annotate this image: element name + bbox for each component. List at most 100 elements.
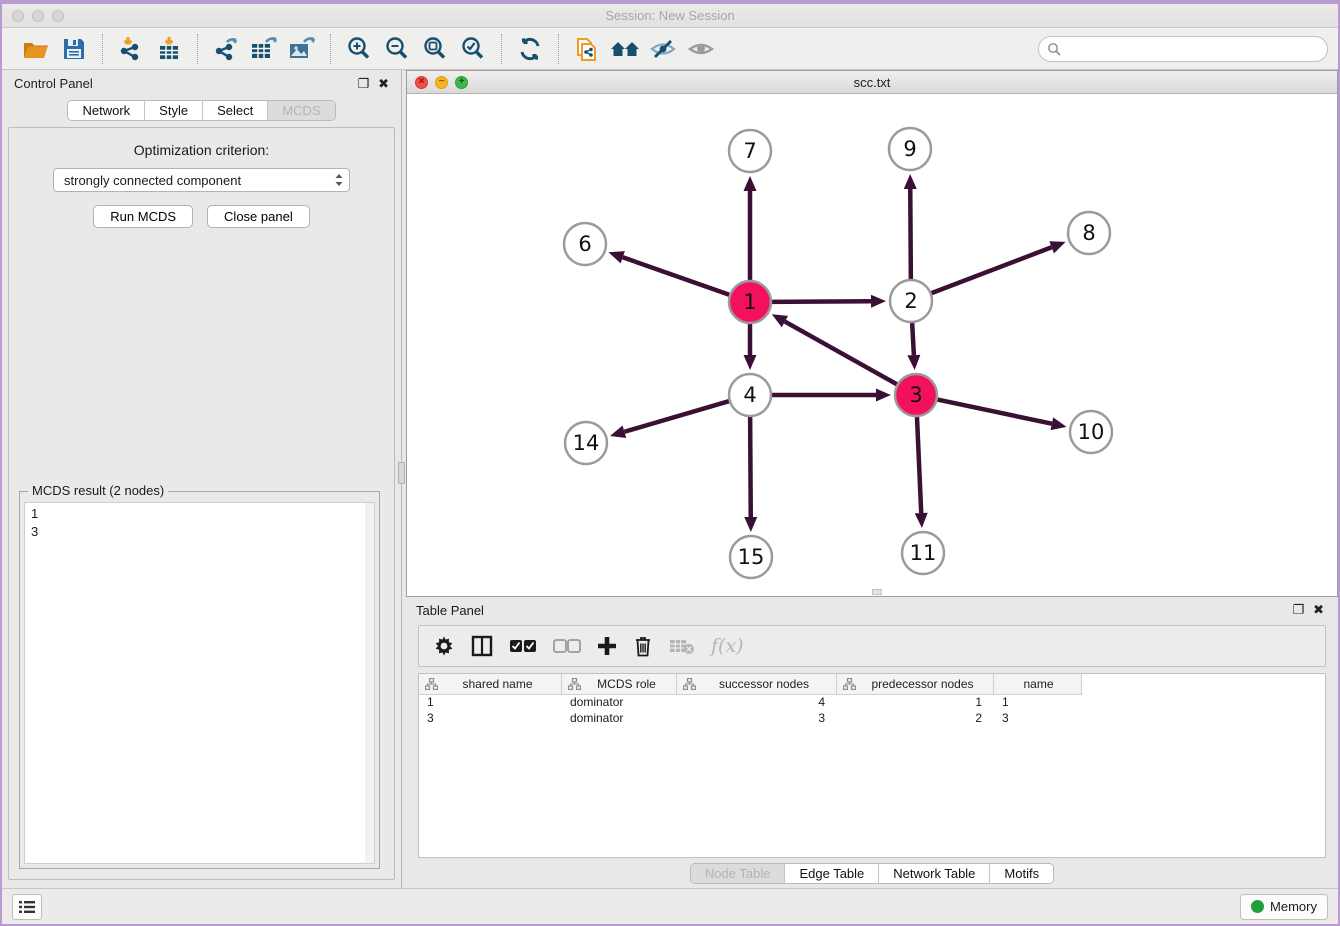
edge-2-9[interactable] <box>910 189 911 279</box>
save-floppy-icon <box>62 37 86 61</box>
cell-predecessor-nodes[interactable]: 1 <box>837 695 994 711</box>
home-neighbors-icon <box>609 37 641 61</box>
edge-4-15[interactable] <box>750 417 751 517</box>
edge-4-14[interactable] <box>624 401 728 432</box>
column-header-predecessor-nodes[interactable]: predecessor nodes <box>837 674 994 694</box>
zoom-in-button[interactable] <box>343 34 375 64</box>
mcds-result-line: 3 <box>31 523 368 541</box>
memory-button[interactable]: Memory <box>1240 894 1328 920</box>
cell-MCDS-role[interactable]: dominator <box>562 711 677 727</box>
import-network-icon <box>118 36 144 62</box>
column-header-MCDS-role[interactable]: MCDS role <box>562 674 677 694</box>
network-window-titlebar: × − + scc.txt <box>407 71 1337 94</box>
tab-mcds[interactable]: MCDS <box>268 101 334 120</box>
edge-arrowhead <box>876 389 891 402</box>
tab-network[interactable]: Network <box>68 101 145 120</box>
close-panel-button[interactable]: Close panel <box>207 205 310 228</box>
add-column-button[interactable] <box>597 636 617 656</box>
mcds-result-text[interactable]: 13 <box>24 502 375 864</box>
edge-2-3[interactable] <box>912 323 914 355</box>
edge-2-8[interactable] <box>932 247 1052 293</box>
optimization-criterion-label: Optimization criterion: <box>15 142 388 158</box>
edge-arrowhead <box>1051 417 1067 430</box>
refresh-layout-button[interactable] <box>514 34 546 64</box>
open-session-button[interactable] <box>20 34 52 64</box>
export-network-button[interactable] <box>210 34 242 64</box>
delete-column-button[interactable] <box>633 635 653 657</box>
result-scrollbar[interactable] <box>365 503 374 863</box>
tab-select[interactable]: Select <box>203 101 268 120</box>
cell-shared-name[interactable]: 1 <box>419 695 562 711</box>
cell-successor-nodes[interactable]: 3 <box>677 711 837 727</box>
graph-node-label: 8 <box>1082 221 1095 245</box>
zoom-selected-button[interactable] <box>457 34 489 64</box>
search-input[interactable] <box>1066 41 1319 56</box>
cell-name[interactable]: 3 <box>994 711 1082 727</box>
graph-node-label: 10 <box>1078 420 1105 444</box>
cell-successor-nodes[interactable]: 4 <box>677 695 837 711</box>
control-panel-title: Control Panel <box>14 76 93 91</box>
vertical-splitter-handle[interactable] <box>398 462 405 484</box>
node-table[interactable]: shared nameMCDS rolesuccessor nodesprede… <box>418 673 1326 858</box>
export-table-button[interactable] <box>248 34 280 64</box>
task-history-button[interactable] <box>12 894 42 920</box>
column-layout-button[interactable] <box>471 635 493 657</box>
hide-selected-button[interactable] <box>647 34 679 64</box>
control-panel-float-icon[interactable]: ❐ <box>357 77 369 90</box>
table-row[interactable]: 1dominator411 <box>419 695 1082 711</box>
tab-network-table[interactable]: Network Table <box>879 864 990 883</box>
tab-motifs[interactable]: Motifs <box>990 864 1053 883</box>
table-panel-tabs: Node TableEdge TableNetwork TableMotifs <box>690 863 1054 884</box>
cell-predecessor-nodes[interactable]: 2 <box>837 711 994 727</box>
column-type-icon <box>683 678 696 690</box>
control-panel-close-icon[interactable]: ✖ <box>378 77 389 90</box>
column-header-label: name <box>1000 677 1077 691</box>
plus-icon <box>597 636 617 656</box>
column-header-name[interactable]: name <box>994 674 1082 694</box>
table-settings-button[interactable] <box>433 635 455 657</box>
first-neighbors-button[interactable] <box>609 34 641 64</box>
cell-shared-name[interactable]: 3 <box>419 711 562 727</box>
run-mcds-button[interactable]: Run MCDS <box>93 205 193 228</box>
import-network-button[interactable] <box>115 34 147 64</box>
function-builder-button[interactable]: f(x) <box>711 635 744 657</box>
export-image-button[interactable] <box>286 34 318 64</box>
edge-1-2[interactable] <box>772 301 871 302</box>
graph-node-label: 15 <box>738 545 765 569</box>
select-all-rows-button[interactable] <box>509 638 537 654</box>
show-all-button[interactable] <box>685 34 717 64</box>
mcds-result-title: MCDS result (2 nodes) <box>28 483 168 498</box>
cell-name[interactable]: 1 <box>994 695 1082 711</box>
tab-node-table[interactable]: Node Table <box>691 864 786 883</box>
graph-node-label: 11 <box>910 541 937 565</box>
column-header-shared-name[interactable]: shared name <box>419 674 562 694</box>
clone-network-button[interactable] <box>571 34 603 64</box>
edge-3-10[interactable] <box>938 400 1052 424</box>
tab-edge-table[interactable]: Edge Table <box>785 864 879 883</box>
zoom-out-button[interactable] <box>381 34 413 64</box>
cell-MCDS-role[interactable]: dominator <box>562 695 677 711</box>
delete-table-button[interactable] <box>669 637 695 655</box>
main-toolbar <box>2 28 1338 70</box>
tab-style[interactable]: Style <box>145 101 203 120</box>
criterion-dropdown[interactable]: strongly connected component <box>53 168 350 192</box>
table-panel-close-icon[interactable]: ✖ <box>1313 603 1324 616</box>
zoom-fit-button[interactable] <box>419 34 451 64</box>
import-table-button[interactable] <box>153 34 185 64</box>
table-panel-float-icon[interactable]: ❐ <box>1292 603 1304 616</box>
toolbar-separator <box>501 34 502 64</box>
deselect-all-rows-button[interactable] <box>553 638 581 654</box>
table-row[interactable]: 3dominator323 <box>419 711 1082 727</box>
column-type-icon <box>568 678 581 690</box>
table-panel: Table Panel ❐ ✖ <box>406 597 1338 888</box>
export-image-icon <box>288 36 316 62</box>
column-header-successor-nodes[interactable]: successor nodes <box>677 674 837 694</box>
horizontal-splitter-handle[interactable] <box>872 589 882 595</box>
search-box[interactable] <box>1038 36 1328 62</box>
edge-1-6[interactable] <box>623 257 730 294</box>
network-graph[interactable]: 7968124314101511 <box>407 94 1338 596</box>
save-session-button[interactable] <box>58 34 90 64</box>
edge-3-11[interactable] <box>917 417 921 513</box>
edge-3-1[interactable] <box>785 322 897 385</box>
network-canvas[interactable]: 7968124314101511 <box>407 94 1337 596</box>
